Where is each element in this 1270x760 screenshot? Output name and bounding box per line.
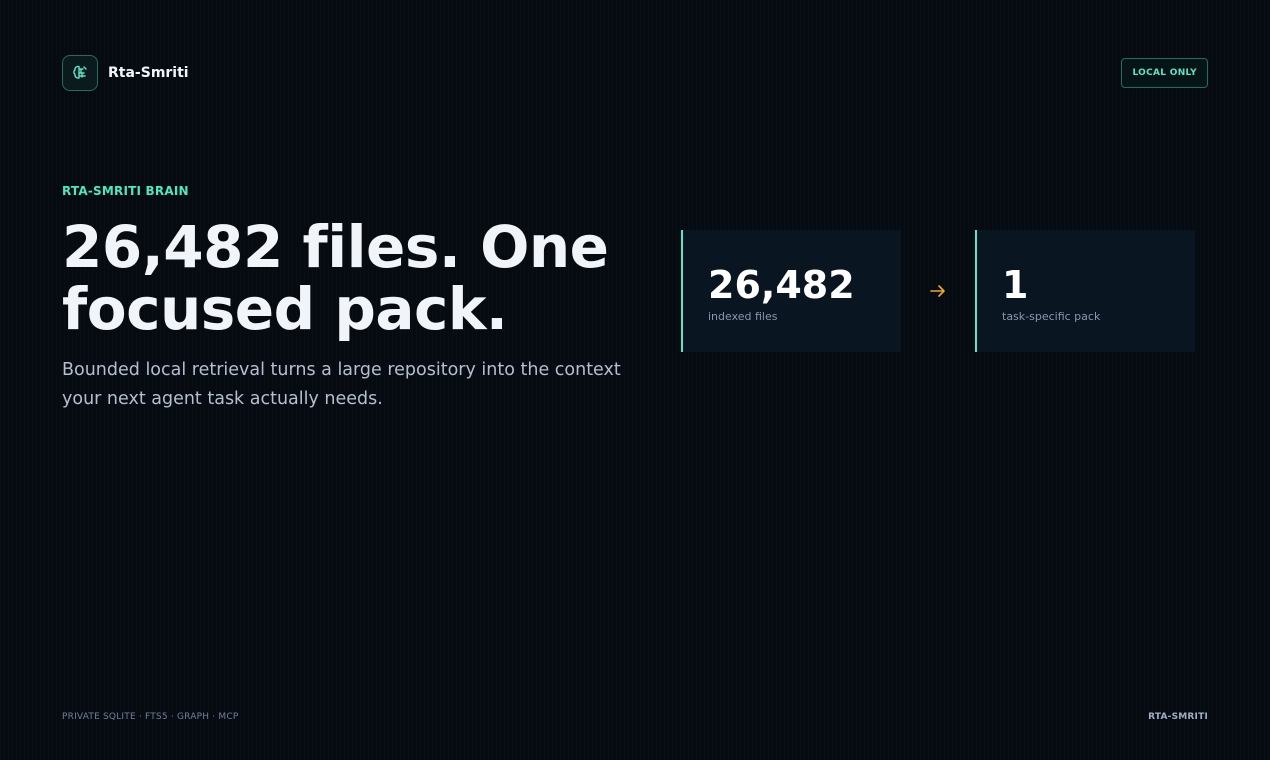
stat-label: task-specific pack (1002, 310, 1101, 323)
local-only-badge: LOCAL ONLY (1121, 58, 1208, 88)
brain-icon (62, 55, 98, 91)
footer-tech-stack: PRIVATE SQLITE · FTS5 · GRAPH · MCP (62, 712, 239, 722)
footer-brand: RTA-SMRITI (1148, 712, 1208, 722)
hero-subtext: Bounded local retrieval turns a large re… (62, 360, 621, 409)
stat-value: 26,482 (708, 263, 855, 307)
stat-card-indexed-files: 26,482 indexed files (681, 230, 901, 352)
brand[interactable]: Rta-Smriti (62, 55, 189, 91)
header: Rta-Smriti LOCAL ONLY (62, 55, 1208, 91)
eyebrow-label: RTA-SMRITI BRAIN (62, 184, 189, 198)
stat-value: 1 (1002, 263, 1029, 307)
hero-headline: 26,482 files. One focused pack. (62, 213, 609, 343)
stat-card-task-pack: 1 task-specific pack (975, 230, 1195, 352)
arrow-right-icon (928, 282, 948, 300)
stat-label: indexed files (708, 310, 778, 323)
brand-name: Rta-Smriti (108, 65, 189, 81)
footer: PRIVATE SQLITE · FTS5 · GRAPH · MCP RTA-… (62, 712, 1208, 722)
